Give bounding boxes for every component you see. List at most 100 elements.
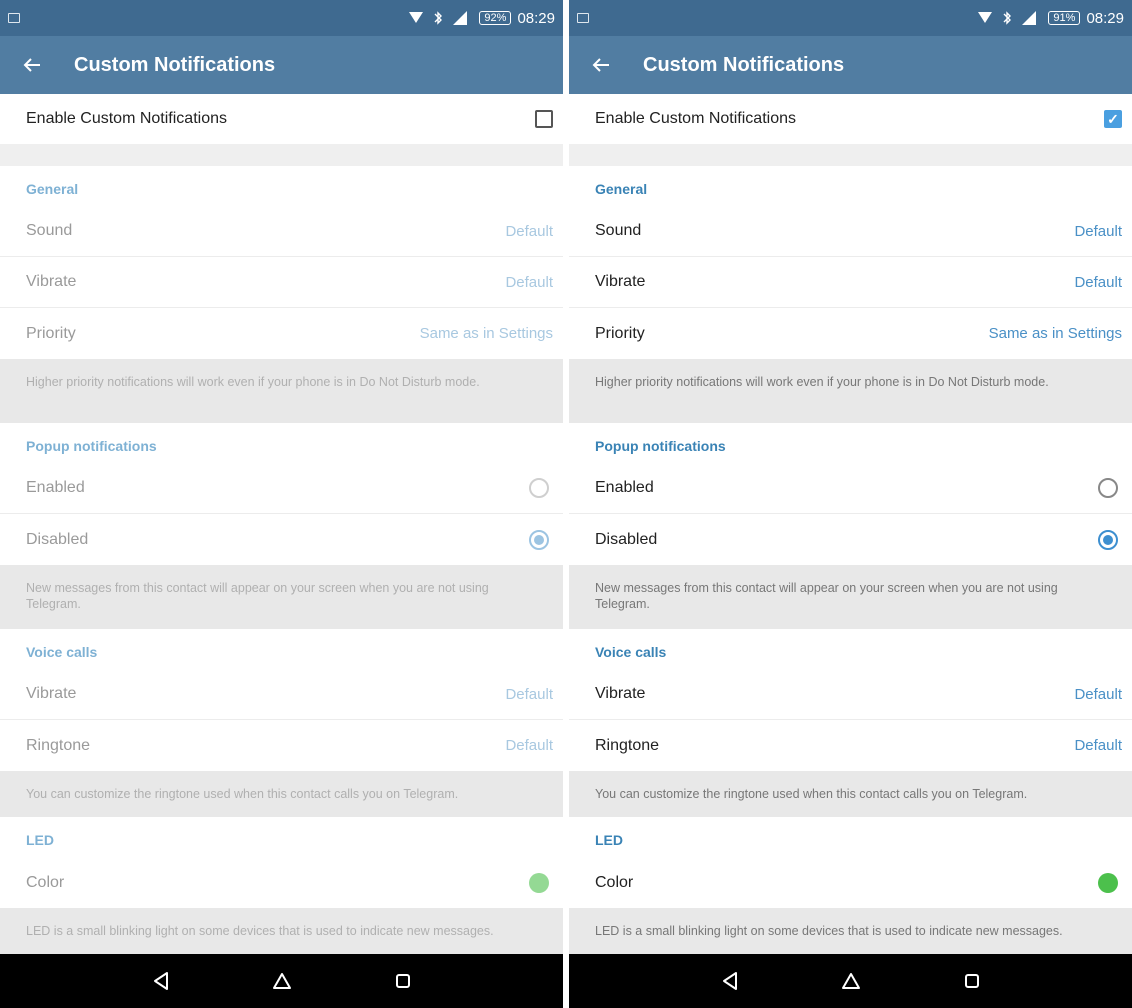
ringtone-value: Default (505, 737, 553, 754)
ringtone-label: Ringtone (595, 736, 660, 754)
square-recents-icon (964, 974, 979, 988)
led-note: LED is a small blinking light on some de… (0, 908, 563, 954)
app-bar: Custom Notifications (569, 36, 1132, 94)
settings-list: Enable Custom Notifications General Soun… (0, 94, 563, 954)
popup-disabled-row[interactable]: Disabled (569, 514, 1132, 565)
vibrate-value: Default (1074, 273, 1122, 291)
voice-calls-section-header: Voice calls (569, 629, 1132, 669)
signal-icon (453, 11, 468, 25)
triangle-back-icon (722, 972, 737, 990)
nav-home-button[interactable] (831, 961, 871, 1001)
battery-indicator: 91% (1048, 11, 1081, 25)
ringtone-value: Default (1074, 737, 1122, 754)
vibrate-label: Vibrate (595, 273, 646, 290)
system-nav-bar (0, 954, 563, 1008)
square-recents-icon (395, 974, 410, 988)
ringtone-row[interactable]: Ringtone Default (569, 720, 1132, 771)
phone-screen-disabled: 92% 08:29 Custom Notifications Enable Cu… (0, 0, 563, 1008)
vibrate-row[interactable]: Vibrate Default (569, 257, 1132, 308)
priority-value: Same as in Settings (419, 325, 553, 342)
voice-vibrate-value: Default (1074, 685, 1122, 703)
enable-custom-notifications-checkbox[interactable]: ✓ (1104, 110, 1122, 128)
led-color-swatch[interactable] (529, 872, 549, 893)
sound-value: Default (505, 222, 553, 240)
enable-custom-notifications-label: Enable Custom Notifications (26, 110, 227, 127)
voice-vibrate-row[interactable]: Vibrate Default (569, 669, 1132, 720)
led-section-header: LED (0, 817, 563, 857)
status-bar: 92% 08:29 (0, 0, 563, 36)
arrow-left-icon (592, 58, 609, 72)
popup-disabled-label: Disabled (26, 530, 89, 548)
triangle-back-icon (153, 972, 168, 990)
priority-label: Priority (595, 324, 645, 342)
voice-vibrate-label: Vibrate (595, 685, 646, 702)
enable-custom-notifications-row[interactable]: Enable Custom Notifications ✓ (569, 94, 1132, 144)
voice-calls-section-header: Voice calls (0, 629, 563, 669)
ringtone-note: You can customize the ringtone used when… (569, 771, 1132, 817)
led-section-header: LED (569, 817, 1132, 857)
ringtone-label: Ringtone (26, 736, 91, 754)
settings-list: Enable Custom Notifications ✓ General So… (569, 94, 1132, 954)
priority-row[interactable]: Priority Same as in Settings (0, 308, 563, 359)
priority-note: Higher priority notifications will work … (569, 359, 1132, 423)
arrow-left-icon (23, 58, 40, 72)
nav-back-button[interactable] (710, 961, 750, 1001)
vibrate-row[interactable]: Vibrate Default (0, 257, 563, 308)
priority-label: Priority (26, 324, 76, 342)
back-button[interactable] (0, 36, 64, 94)
sim-icon (8, 13, 20, 23)
enable-custom-notifications-label: Enable Custom Notifications (595, 110, 796, 127)
section-divider (569, 144, 1132, 166)
sound-label: Sound (26, 222, 73, 239)
checkmark-icon: ✓ (1107, 111, 1119, 127)
back-button[interactable] (569, 36, 633, 94)
popup-enabled-row[interactable]: Enabled (569, 463, 1132, 514)
priority-value: Same as in Settings (988, 325, 1122, 342)
voice-vibrate-row[interactable]: Vibrate Default (0, 669, 563, 720)
battery-indicator: 92% (479, 11, 512, 25)
led-color-swatch[interactable] (1098, 872, 1118, 893)
vibrate-value: Default (505, 273, 553, 291)
popup-enabled-label: Enabled (595, 479, 654, 496)
system-nav-bar (569, 954, 1132, 1008)
priority-row[interactable]: Priority Same as in Settings (569, 308, 1132, 359)
page-title: Custom Notifications (74, 53, 276, 76)
sound-row[interactable]: Sound Default (0, 206, 563, 257)
nav-back-button[interactable] (141, 961, 181, 1001)
wifi-icon (978, 12, 993, 24)
popup-section-header: Popup notifications (0, 423, 563, 463)
sound-label: Sound (595, 222, 642, 239)
popup-disabled-radio[interactable] (529, 529, 549, 550)
enable-custom-notifications-checkbox[interactable] (535, 110, 553, 128)
popup-enabled-row[interactable]: Enabled (0, 463, 563, 514)
popup-disabled-row[interactable]: Disabled (0, 514, 563, 565)
popup-note: New messages from this contact will appe… (0, 565, 563, 629)
signal-icon (1022, 11, 1037, 25)
popup-disabled-radio[interactable] (1098, 529, 1118, 550)
radio-selected-dot (534, 534, 544, 545)
led-color-row[interactable]: Color (0, 857, 563, 908)
page-title: Custom Notifications (643, 53, 845, 76)
led-color-row[interactable]: Color (569, 857, 1132, 908)
section-divider (0, 144, 563, 166)
clock: 08:29 (1086, 9, 1124, 27)
popup-enabled-radio[interactable] (1098, 478, 1118, 498)
popup-note: New messages from this contact will appe… (569, 565, 1132, 629)
popup-enabled-radio[interactable] (529, 478, 549, 498)
nav-home-button[interactable] (262, 961, 302, 1001)
sound-row[interactable]: Sound Default (569, 206, 1132, 257)
phone-screen-enabled: 91% 08:29 Custom Notifications Enable Cu… (569, 0, 1132, 1008)
led-color-label: Color (595, 873, 634, 891)
led-note: LED is a small blinking light on some de… (569, 908, 1132, 954)
app-bar: Custom Notifications (0, 36, 563, 94)
home-icon (841, 973, 860, 989)
nav-recents-button[interactable] (952, 961, 992, 1001)
nav-recents-button[interactable] (383, 961, 423, 1001)
bluetooth-icon (433, 11, 443, 25)
voice-vibrate-value: Default (505, 685, 553, 703)
ringtone-row[interactable]: Ringtone Default (0, 720, 563, 771)
led-color-label: Color (26, 873, 65, 891)
ringtone-note: You can customize the ringtone used when… (0, 771, 563, 817)
clock: 08:29 (517, 9, 555, 27)
enable-custom-notifications-row[interactable]: Enable Custom Notifications (0, 94, 563, 144)
